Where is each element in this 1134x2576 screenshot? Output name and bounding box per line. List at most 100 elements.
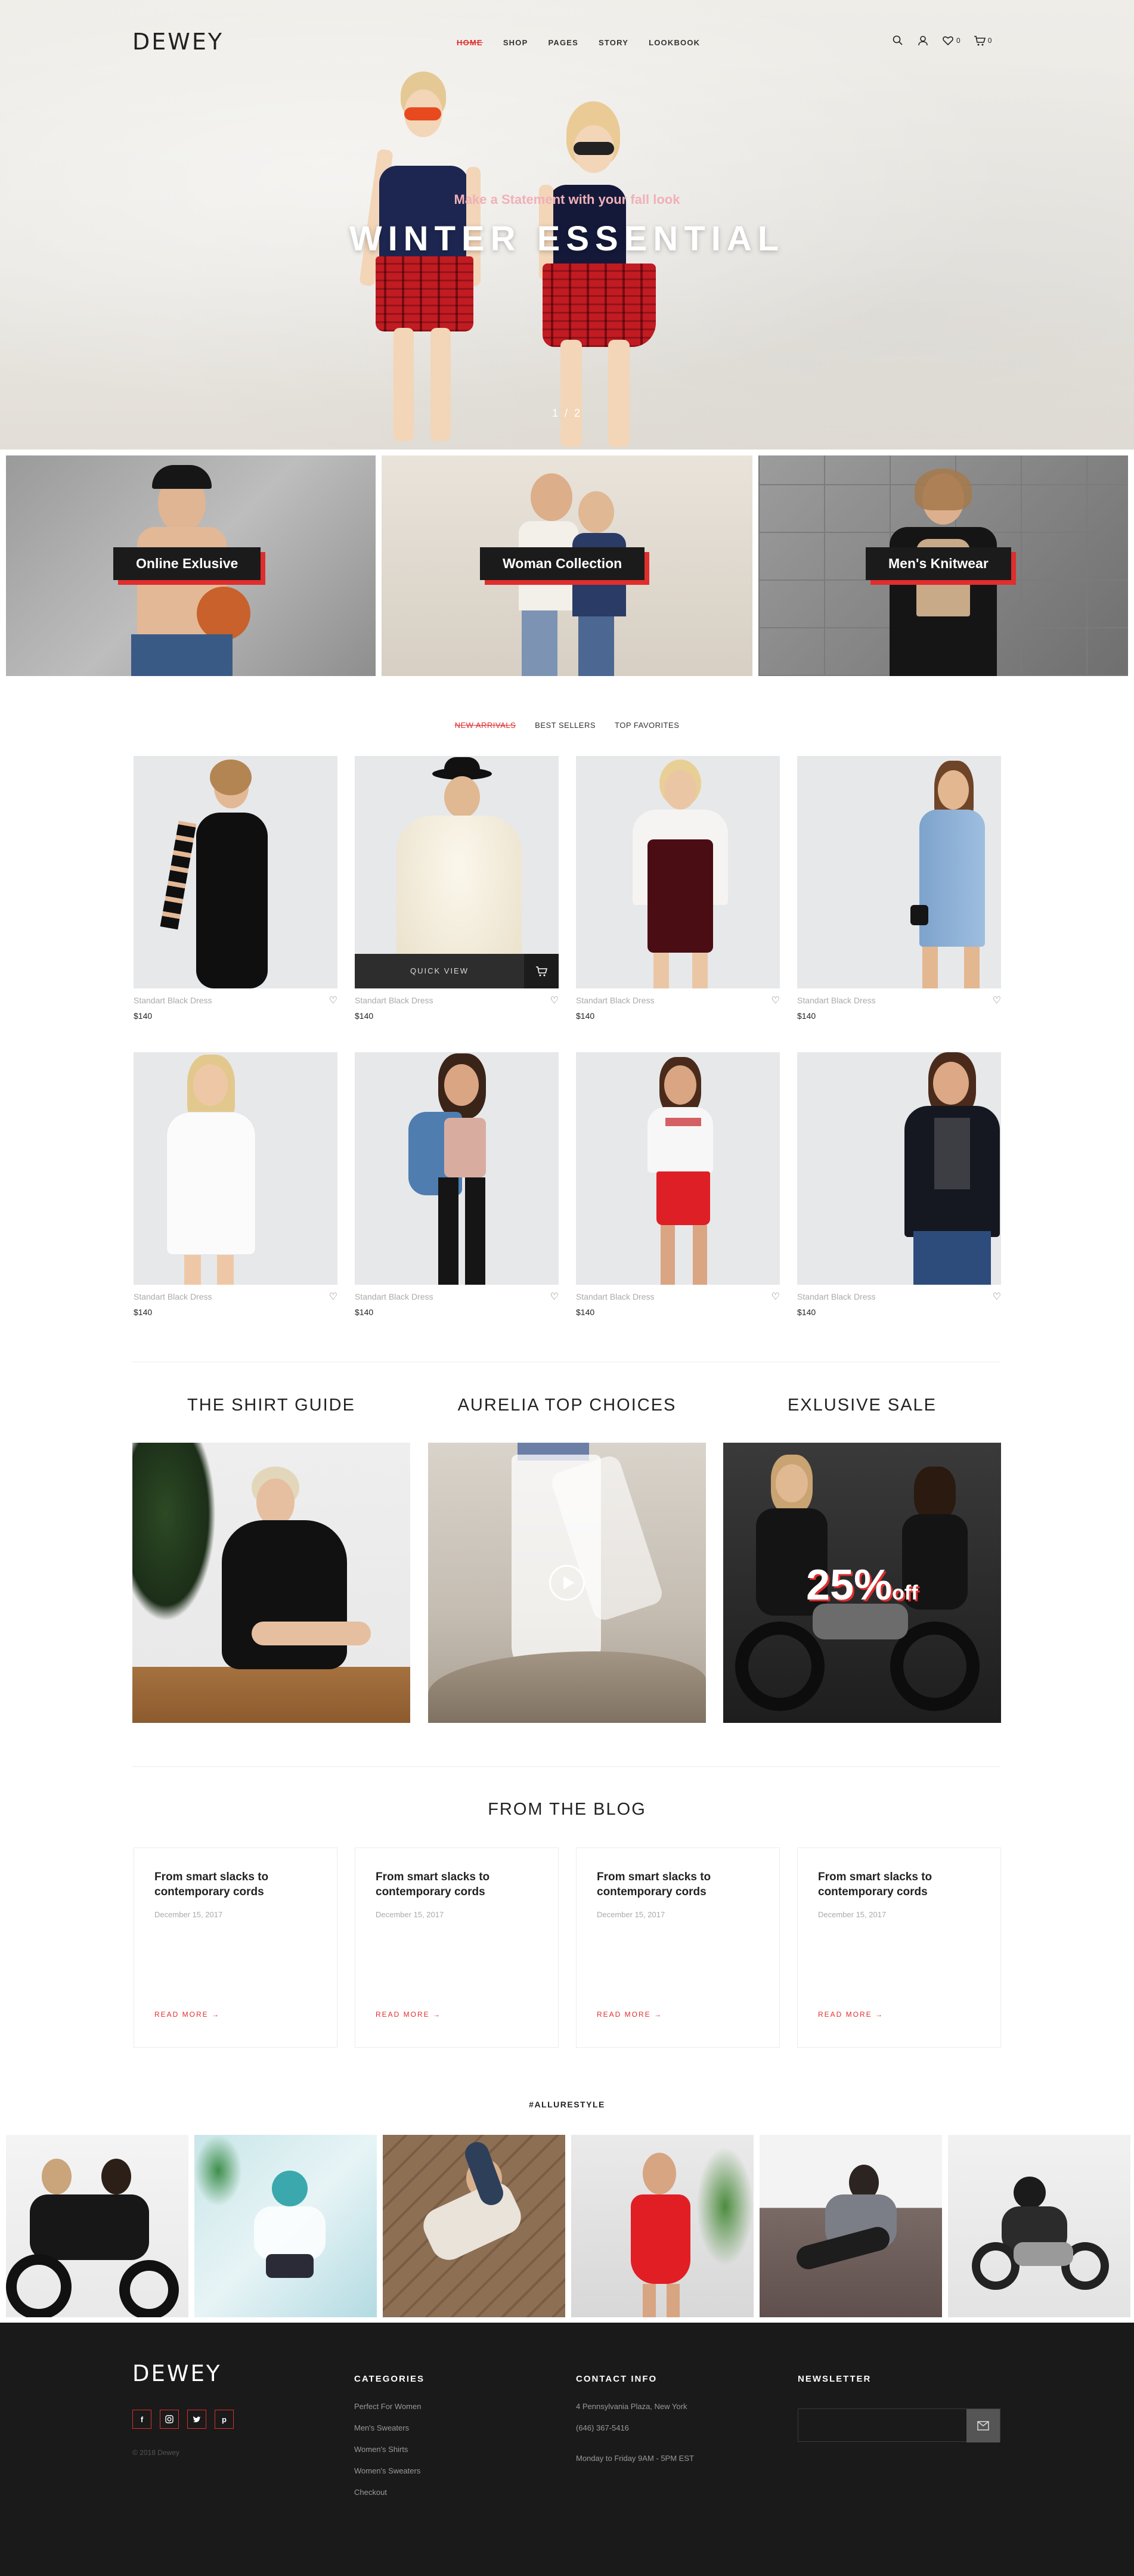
nav-item-pages[interactable]: PAGES — [548, 38, 578, 47]
product-price: $140 — [797, 1011, 816, 1021]
blog-post-date: December 15, 2017 — [597, 1910, 665, 1919]
instagram-hashtag[interactable]: #ALLURESTYLE — [0, 2100, 1134, 2109]
hero-pager[interactable]: 1 / 2 — [0, 407, 1134, 420]
read-more-link[interactable]: READ MORE → — [597, 2010, 662, 2019]
quick-view-button[interactable]: QUICK VIEW — [355, 954, 524, 988]
tab-top-favorites[interactable]: TOP FAVORITES — [615, 721, 679, 730]
product-price: $140 — [355, 1011, 374, 1021]
read-more-link[interactable]: READ MORE → — [376, 2010, 441, 2019]
blog-card[interactable]: From smart slacks to contemporary cords … — [576, 1847, 780, 2048]
search-icon[interactable] — [892, 35, 904, 47]
blog-post-title[interactable]: From smart slacks to contemporary cords — [154, 1870, 321, 1899]
product-card[interactable]: Standart Black Dress ♡ $140 — [576, 1052, 780, 1317]
collection-image-exclusive-sale[interactable]: 25%off — [723, 1443, 1001, 1723]
category-banner-woman-collection[interactable]: Woman Collection — [382, 455, 752, 676]
blog-post-title[interactable]: From smart slacks to contemporary cords — [376, 1870, 543, 1899]
product-image[interactable] — [355, 1052, 559, 1285]
heart-icon[interactable]: ♡ — [329, 1291, 337, 1303]
hero-subtitle: Make a Statement with your fall look — [454, 192, 680, 207]
instagram-photo[interactable] — [571, 2135, 754, 2317]
product-image[interactable] — [134, 1052, 337, 1285]
site-logo[interactable]: DEWEY — [132, 29, 224, 55]
product-card[interactable]: Standart Black Dress ♡ $140 — [797, 756, 1001, 1021]
footer-link[interactable]: Checkout — [354, 2488, 425, 2497]
user-icon[interactable] — [917, 35, 929, 47]
footer-link[interactable]: Women's Shirts — [354, 2445, 425, 2454]
product-name[interactable]: Standart Black Dress — [355, 1292, 433, 1301]
product-name[interactable]: Standart Black Dress — [797, 996, 876, 1005]
collection-image-shirt-guide[interactable] — [132, 1443, 410, 1723]
twitter-icon[interactable] — [187, 2410, 206, 2429]
heart-icon[interactable]: ♡ — [329, 994, 337, 1006]
blog-post-title[interactable]: From smart slacks to contemporary cords — [597, 1870, 764, 1899]
nav-icons: 0 0 — [892, 35, 992, 47]
instagram-photo[interactable] — [948, 2135, 1130, 2317]
product-price: $140 — [576, 1011, 595, 1021]
read-more-link[interactable]: READ MORE → — [818, 2010, 884, 2019]
footer-link[interactable]: Men's Sweaters — [354, 2423, 425, 2432]
wishlist-button[interactable]: 0 — [942, 35, 961, 47]
footer-link[interactable]: Perfect For Women — [354, 2402, 425, 2411]
heart-icon[interactable]: ♡ — [772, 994, 780, 1006]
instagram-photo[interactable] — [760, 2135, 942, 2317]
product-card[interactable]: QUICK VIEW Standart Black Dress ♡ $140 — [355, 756, 559, 1021]
instagram-photo[interactable] — [194, 2135, 377, 2317]
heart-icon[interactable]: ♡ — [550, 1291, 559, 1303]
nav-item-shop[interactable]: SHOP — [503, 38, 528, 47]
product-price: $140 — [134, 1307, 153, 1317]
facebook-icon[interactable]: f — [132, 2410, 151, 2429]
category-banner-mens-knitwear[interactable]: Men's Knitwear — [758, 455, 1128, 676]
nav-item-lookbook[interactable]: LOOKBOOK — [649, 38, 700, 47]
product-name[interactable]: Standart Black Dress — [576, 996, 655, 1005]
heart-icon[interactable]: ♡ — [993, 1291, 1001, 1303]
blog-post-date: December 15, 2017 — [154, 1910, 223, 1919]
contact-phone[interactable]: (646) 367-5416 — [576, 2423, 694, 2432]
instagram-photo[interactable] — [6, 2135, 188, 2317]
nav-item-home[interactable]: HOME — [457, 38, 483, 47]
read-more-link[interactable]: READ MORE → — [154, 2010, 220, 2019]
product-image[interactable] — [134, 756, 337, 988]
product-name[interactable]: Standart Black Dress — [134, 1292, 212, 1301]
product-image[interactable] — [576, 1052, 780, 1285]
blog-post-title[interactable]: From smart slacks to contemporary cords — [818, 1870, 985, 1899]
cart-icon — [974, 36, 986, 46]
product-card[interactable]: Standart Black Dress ♡ $140 — [134, 1052, 337, 1317]
newsletter-email-input[interactable] — [798, 2409, 968, 2441]
blog-card[interactable]: From smart slacks to contemporary cords … — [355, 1847, 559, 2048]
instagram-photo[interactable] — [383, 2135, 565, 2317]
product-image[interactable] — [797, 756, 1001, 988]
play-icon[interactable] — [549, 1565, 585, 1601]
footer-logo[interactable]: DEWEY — [132, 2361, 221, 2386]
category-banner-online-exclusive[interactable]: Online Exlusive — [6, 455, 376, 676]
pinterest-icon[interactable]: p — [215, 2410, 234, 2429]
product-name[interactable]: Standart Black Dress — [355, 996, 433, 1005]
product-card[interactable]: Standart Black Dress ♡ $140 — [576, 756, 780, 1021]
heart-icon[interactable]: ♡ — [550, 994, 559, 1006]
blog-card[interactable]: From smart slacks to contemporary cords … — [134, 1847, 337, 2048]
cart-count: 0 — [987, 36, 992, 45]
heart-icon[interactable]: ♡ — [993, 994, 1001, 1006]
product-image[interactable] — [576, 756, 780, 988]
product-card[interactable]: Standart Black Dress ♡ $140 — [134, 756, 337, 1021]
category-label: Woman Collection — [480, 547, 645, 580]
product-name[interactable]: Standart Black Dress — [797, 1292, 876, 1301]
product-name[interactable]: Standart Black Dress — [134, 996, 212, 1005]
footer-link[interactable]: Women's Sweaters — [354, 2466, 425, 2475]
add-to-cart-button[interactable] — [524, 954, 559, 988]
tab-best-sellers[interactable]: BEST SELLERS — [535, 721, 596, 730]
heart-icon[interactable]: ♡ — [772, 1291, 780, 1303]
newsletter-submit-button[interactable] — [966, 2409, 1000, 2442]
nav-menu: HOME SHOP PAGES STORY LOOKBOOK — [457, 38, 700, 47]
product-name[interactable]: Standart Black Dress — [576, 1292, 655, 1301]
blog-card[interactable]: From smart slacks to contemporary cords … — [797, 1847, 1001, 2048]
cart-button[interactable]: 0 — [974, 35, 992, 47]
tab-new-arrivals[interactable]: NEW ARRIVALS — [455, 721, 516, 730]
blog-post-date: December 15, 2017 — [818, 1910, 887, 1919]
hero-model-right — [519, 101, 698, 447]
product-image[interactable] — [797, 1052, 1001, 1285]
collection-image-aurelia[interactable] — [428, 1443, 706, 1723]
product-card[interactable]: Standart Black Dress ♡ $140 — [797, 1052, 1001, 1317]
nav-item-story[interactable]: STORY — [599, 38, 628, 47]
product-card[interactable]: Standart Black Dress ♡ $140 — [355, 1052, 559, 1317]
instagram-icon[interactable] — [160, 2410, 179, 2429]
